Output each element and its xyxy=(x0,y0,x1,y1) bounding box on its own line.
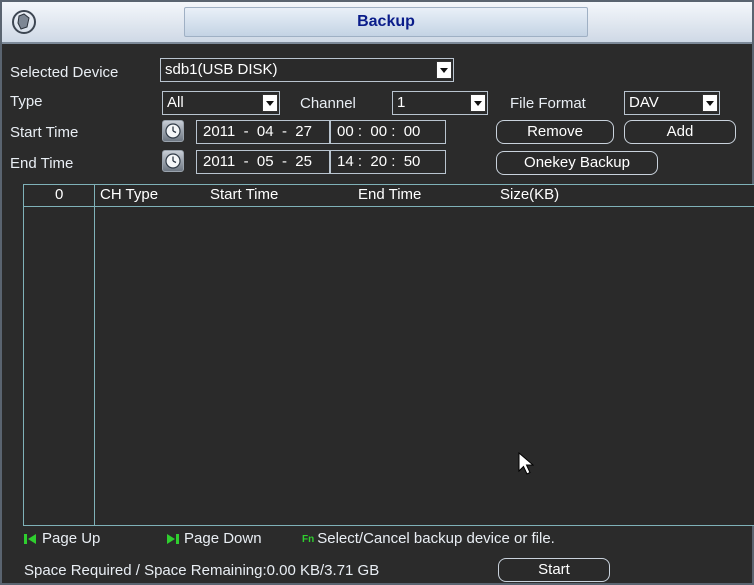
start-date-field[interactable]: 2011 - 04 - 27 xyxy=(196,120,330,144)
remove-button[interactable]: Remove xyxy=(496,120,614,144)
end-time-label: End Time xyxy=(10,155,74,172)
file-format-value: DAV xyxy=(629,94,659,111)
type-select[interactable]: All xyxy=(162,91,280,115)
selected-device-select[interactable]: sdb1(USB DISK) xyxy=(160,58,454,82)
app-logo-icon xyxy=(10,8,38,36)
column-header-start-time[interactable]: Start Time xyxy=(210,186,278,203)
selected-device-label: Selected Device xyxy=(10,64,119,81)
type-value: All xyxy=(167,94,184,111)
column-header-size[interactable]: Size(KB) xyxy=(500,186,559,203)
start-button[interactable]: Start xyxy=(498,558,610,582)
chevron-down-icon[interactable] xyxy=(262,94,278,112)
chevron-down-icon[interactable] xyxy=(436,61,452,79)
chevron-down-icon[interactable] xyxy=(702,94,718,112)
page-down-label: Page Down xyxy=(184,530,262,547)
page-down-icon xyxy=(167,534,179,545)
selected-device-value: sdb1(USB DISK) xyxy=(165,61,278,78)
fn-hint-label: Select/Cancel backup device or file. xyxy=(317,530,555,547)
table-header: 0 CH Type Start Time End Time Size(KB) xyxy=(24,185,754,207)
column-header-end-time[interactable]: End Time xyxy=(358,186,421,203)
space-status: Space Required / Space Remaining:0.00 KB… xyxy=(24,562,380,579)
chevron-down-icon[interactable] xyxy=(470,94,486,112)
fn-hint: Fn Select/Cancel backup device or file. xyxy=(302,530,555,547)
backup-file-table[interactable]: 0 CH Type Start Time End Time Size(KB) xyxy=(23,184,754,526)
column-header-index[interactable]: 0 xyxy=(55,186,63,203)
start-time-field[interactable]: 00 : 00 : 00 xyxy=(330,120,446,144)
end-date-field[interactable]: 2011 - 05 - 25 xyxy=(196,150,330,174)
channel-label: Channel xyxy=(300,95,356,112)
add-button[interactable]: Add xyxy=(624,120,736,144)
column-header-ch-type[interactable]: CH Type xyxy=(100,186,158,203)
mouse-cursor-icon xyxy=(518,452,534,475)
page-down-hint[interactable]: Page Down xyxy=(166,530,262,547)
channel-value: 1 xyxy=(397,94,406,111)
title-bar: Backup xyxy=(2,2,752,44)
clock-icon[interactable] xyxy=(162,120,184,142)
fn-key-icon: Fn xyxy=(302,533,315,545)
window-title: Backup xyxy=(184,7,588,37)
file-format-label: File Format xyxy=(510,95,586,112)
backup-window: Backup Selected Device sdb1(USB DISK) Ty… xyxy=(0,0,754,585)
page-up-icon xyxy=(24,534,36,545)
channel-select[interactable]: 1 xyxy=(392,91,488,115)
type-label: Type xyxy=(10,93,43,110)
file-format-select[interactable]: DAV xyxy=(624,91,720,115)
end-time-field[interactable]: 14 : 20 : 50 xyxy=(330,150,446,174)
page-up-hint[interactable]: Page Up xyxy=(24,530,100,547)
start-time-label: Start Time xyxy=(10,124,79,141)
page-up-label: Page Up xyxy=(42,530,101,547)
column-divider xyxy=(94,185,95,525)
clock-icon[interactable] xyxy=(162,150,184,172)
onekey-backup-button[interactable]: Onekey Backup xyxy=(496,151,658,175)
